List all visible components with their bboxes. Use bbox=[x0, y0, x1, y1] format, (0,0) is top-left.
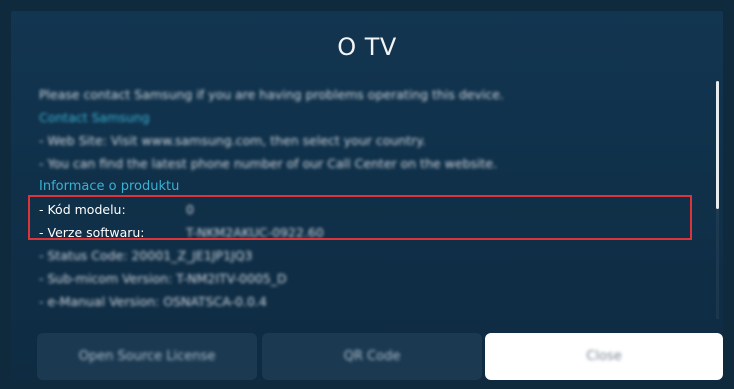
qr-code-button[interactable]: QR Code bbox=[262, 333, 482, 380]
close-label: Close bbox=[586, 349, 622, 364]
sub-micom-text: - Sub-micom Version: T-NM2ITV-0005_D bbox=[39, 271, 287, 286]
highlight-box bbox=[28, 195, 692, 240]
contact-samsung-link[interactable]: Contact Samsung bbox=[39, 106, 679, 129]
status-code-text: - Status Code: 20001_Z_JE1JP1JQ3 bbox=[39, 248, 253, 263]
phone-text: - You can find the latest phone number o… bbox=[39, 156, 498, 171]
open-source-license-label: Open Source License bbox=[78, 349, 216, 364]
scrollbar-thumb[interactable] bbox=[716, 81, 719, 209]
close-button[interactable]: Close bbox=[485, 333, 723, 380]
about-tv-dialog: O TV Please contact Samsung if you are h… bbox=[11, 11, 723, 381]
dialog-title: O TV bbox=[337, 33, 397, 61]
qr-code-label: QR Code bbox=[343, 349, 401, 364]
contact-text: Please contact Samsung if you are having… bbox=[39, 87, 504, 102]
open-source-license-button[interactable]: Open Source License bbox=[37, 333, 257, 380]
web-site-text: - Web Site: Visit www.samsung.com, then … bbox=[39, 133, 426, 148]
emanual-version-text: - e-Manual Version: OSNATSCA-0.0.4 bbox=[39, 294, 267, 309]
